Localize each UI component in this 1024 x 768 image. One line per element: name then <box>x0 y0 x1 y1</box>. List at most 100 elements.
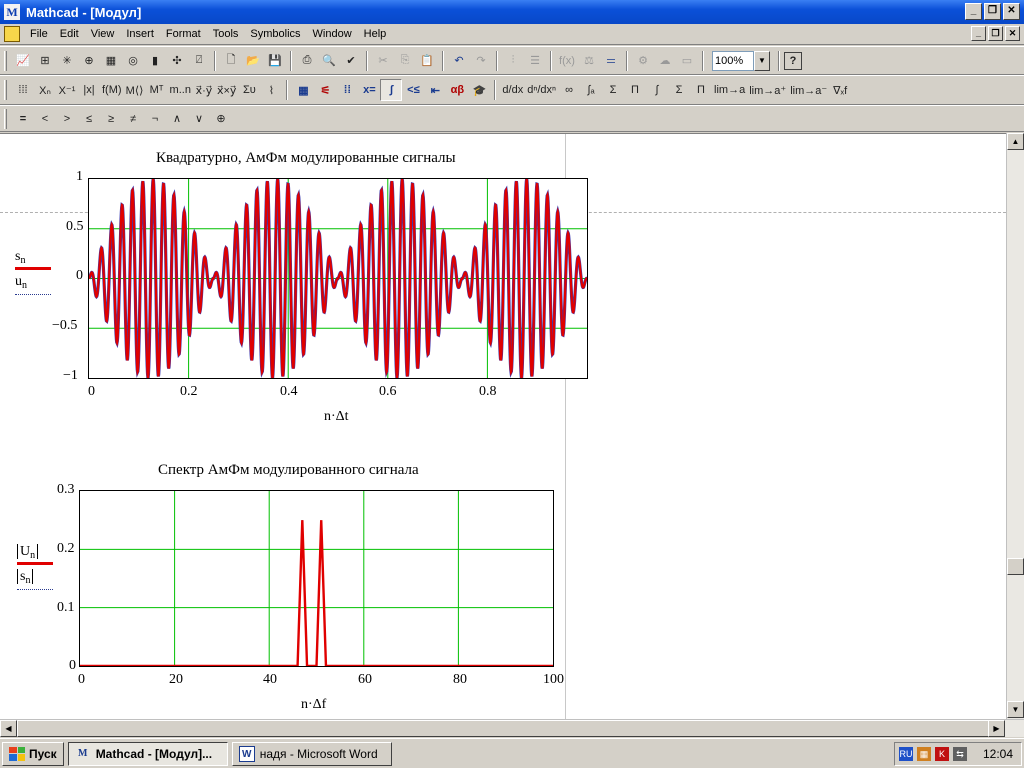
menu-symbolics[interactable]: Symbolics <box>244 25 306 44</box>
scroll-left-button[interactable]: ◀ <box>0 720 17 737</box>
taskbar-item-mathcad[interactable]: M Mathcad - [Модул]... <box>67 741 228 766</box>
minimize-button[interactable]: _ <box>965 3 982 20</box>
toolbar-grip[interactable] <box>4 50 7 71</box>
symbolic-palette-icon[interactable]: 🎓 <box>468 79 490 101</box>
menu-insert[interactable]: Insert <box>120 25 160 44</box>
insert-function-icon[interactable]: f(x) <box>556 50 578 72</box>
gradient-icon[interactable]: ∇ₓf <box>829 79 851 101</box>
scroll-up-button[interactable]: ▲ <box>1007 133 1024 150</box>
language-indicator[interactable]: RU <box>899 747 913 761</box>
plot2-area[interactable] <box>79 490 554 667</box>
summation-icon[interactable]: Σ <box>602 79 624 101</box>
insert-unit-icon[interactable]: ⚖ <box>578 50 600 72</box>
subscript-icon[interactable]: Xₙ <box>34 79 56 101</box>
align-down-icon[interactable]: ☰ <box>524 50 546 72</box>
vector-sum-icon[interactable]: Συ <box>238 79 260 101</box>
vertical-scrollbar[interactable]: ▲ ▼ <box>1006 133 1024 719</box>
title-bar[interactable]: M Mathcad - [Модул] _ ❐ ✕ <box>0 0 1024 24</box>
greater-equal-button[interactable]: ≥ <box>100 108 122 130</box>
scroll-right-button[interactable]: ▶ <box>988 720 1005 737</box>
range-icon[interactable]: m..n <box>168 79 193 101</box>
vectorize-icon[interactable]: f(M) <box>100 79 124 101</box>
product-icon[interactable]: Π <box>624 79 646 101</box>
menu-view[interactable]: View <box>85 25 121 44</box>
determinant-icon[interactable]: |x| <box>78 79 100 101</box>
insert-region-icon[interactable]: ▭ <box>676 50 698 72</box>
spell-check-icon[interactable]: ✔ <box>340 50 362 72</box>
scroll-down-button[interactable]: ▼ <box>1007 701 1024 718</box>
graph-palette-icon[interactable]: ⚟ <box>314 79 336 101</box>
open-icon[interactable]: 📂 <box>242 50 264 72</box>
nth-derivative-icon[interactable]: dⁿ/dxⁿ <box>525 79 558 101</box>
doc-minimize-button[interactable]: _ <box>971 26 986 41</box>
programming-palette-icon[interactable]: ◎ <box>122 50 144 72</box>
toolbar-grip[interactable] <box>4 108 7 129</box>
menu-help[interactable]: Help <box>358 25 393 44</box>
menu-file[interactable]: File <box>24 25 54 44</box>
less-equal-button[interactable]: ≤ <box>78 108 100 130</box>
start-button[interactable]: Пуск <box>2 741 64 766</box>
horizontal-scrollbar[interactable]: ◀ ▶ <box>0 719 1024 737</box>
doc-close-button[interactable]: ✕ <box>1005 26 1020 41</box>
inverse-icon[interactable]: X⁻¹ <box>56 79 78 101</box>
cross-product-icon[interactable]: x⃗×y⃗ <box>215 79 238 101</box>
indefinite-integral-icon[interactable]: ∫ <box>646 79 668 101</box>
picture-icon[interactable]: ⌇ <box>260 79 282 101</box>
new-document-icon[interactable]: 🗋 <box>220 50 242 72</box>
taskbar-item-word[interactable]: W надя - Microsoft Word <box>231 741 392 766</box>
modifier-palette-icon[interactable]: ⍁ <box>188 50 210 72</box>
component-icon[interactable]: ⚙ <box>632 50 654 72</box>
tray-app-icon[interactable]: ▦ <box>917 747 931 761</box>
not-equal-button[interactable]: ≠ <box>122 108 144 130</box>
menu-window[interactable]: Window <box>307 25 358 44</box>
limit-icon[interactable]: lim→a <box>712 79 747 101</box>
close-button[interactable]: ✕ <box>1003 3 1020 20</box>
not-button[interactable]: ¬ <box>144 108 166 130</box>
calculator-palette-icon[interactable]: ▦ <box>292 79 314 101</box>
infinity-icon[interactable]: ∞ <box>558 79 580 101</box>
redo-icon[interactable]: ↷ <box>470 50 492 72</box>
dot-product-icon[interactable]: x⃗·y⃗ <box>193 79 215 101</box>
and-button[interactable]: ∧ <box>166 108 188 130</box>
transpose-icon[interactable]: Mᵀ <box>146 79 168 101</box>
evaluation-palette-icon[interactable]: ✳ <box>56 50 78 72</box>
evaluation-palette-icon[interactable]: x= <box>358 79 380 101</box>
xor-button[interactable]: ⊕ <box>210 108 232 130</box>
maximize-button[interactable]: ❐ <box>984 3 1001 20</box>
bool-equal-button[interactable]: = <box>12 108 34 130</box>
menu-tools[interactable]: Tools <box>207 25 245 44</box>
derivative-icon[interactable]: d/dx <box>500 79 525 101</box>
calculate-icon[interactable]: ＝ <box>600 50 622 72</box>
programming-palette-icon[interactable]: ⇤ <box>424 79 446 101</box>
boolean-palette-icon[interactable]: <≤ <box>402 79 424 101</box>
undo-icon[interactable]: ↶ <box>448 50 470 72</box>
range-sum-icon[interactable]: Σ <box>668 79 690 101</box>
calculus-palette-icon[interactable]: ∫ <box>380 79 403 101</box>
doc-restore-button[interactable]: ❐ <box>988 26 1003 41</box>
help-icon[interactable]: ? <box>784 51 802 70</box>
save-icon[interactable]: 💾 <box>264 50 286 72</box>
worksheet[interactable]: Квадратурно, АмФм модулированные сигналы… <box>0 133 1006 719</box>
calculus-palette-icon[interactable]: ⊕ <box>78 50 100 72</box>
boolean-palette-icon[interactable]: ▦ <box>100 50 122 72</box>
matrix-palette-icon[interactable]: ⁞⁞ <box>336 79 358 101</box>
document-icon[interactable] <box>4 26 20 42</box>
zoom-select[interactable]: 100% ▼ <box>712 50 770 71</box>
graph-toolbar-icon[interactable]: 📈 <box>12 50 34 72</box>
matrix-palette-icon[interactable]: ⊞ <box>34 50 56 72</box>
matrix-insert-icon[interactable]: ⁞⁞⁞ <box>12 79 34 101</box>
chevron-down-icon[interactable]: ▼ <box>754 50 770 71</box>
less-than-button[interactable]: < <box>34 108 56 130</box>
right-limit-icon[interactable]: lim→a⁺ <box>747 79 788 101</box>
vertical-scroll-thumb[interactable] <box>1007 558 1024 575</box>
toolbar-grip[interactable] <box>4 80 7 100</box>
greek-palette-icon[interactable]: αβ <box>446 79 468 101</box>
print-icon[interactable]: ⎙ <box>296 50 318 72</box>
menu-edit[interactable]: Edit <box>54 25 85 44</box>
paste-icon[interactable]: 📋 <box>416 50 438 72</box>
or-button[interactable]: ∨ <box>188 108 210 130</box>
horizontal-scroll-thumb[interactable] <box>17 720 995 737</box>
mathcad-app-icon[interactable]: M <box>4 4 20 20</box>
resource-icon[interactable]: ☁ <box>654 50 676 72</box>
antivirus-icon[interactable]: K <box>935 747 949 761</box>
